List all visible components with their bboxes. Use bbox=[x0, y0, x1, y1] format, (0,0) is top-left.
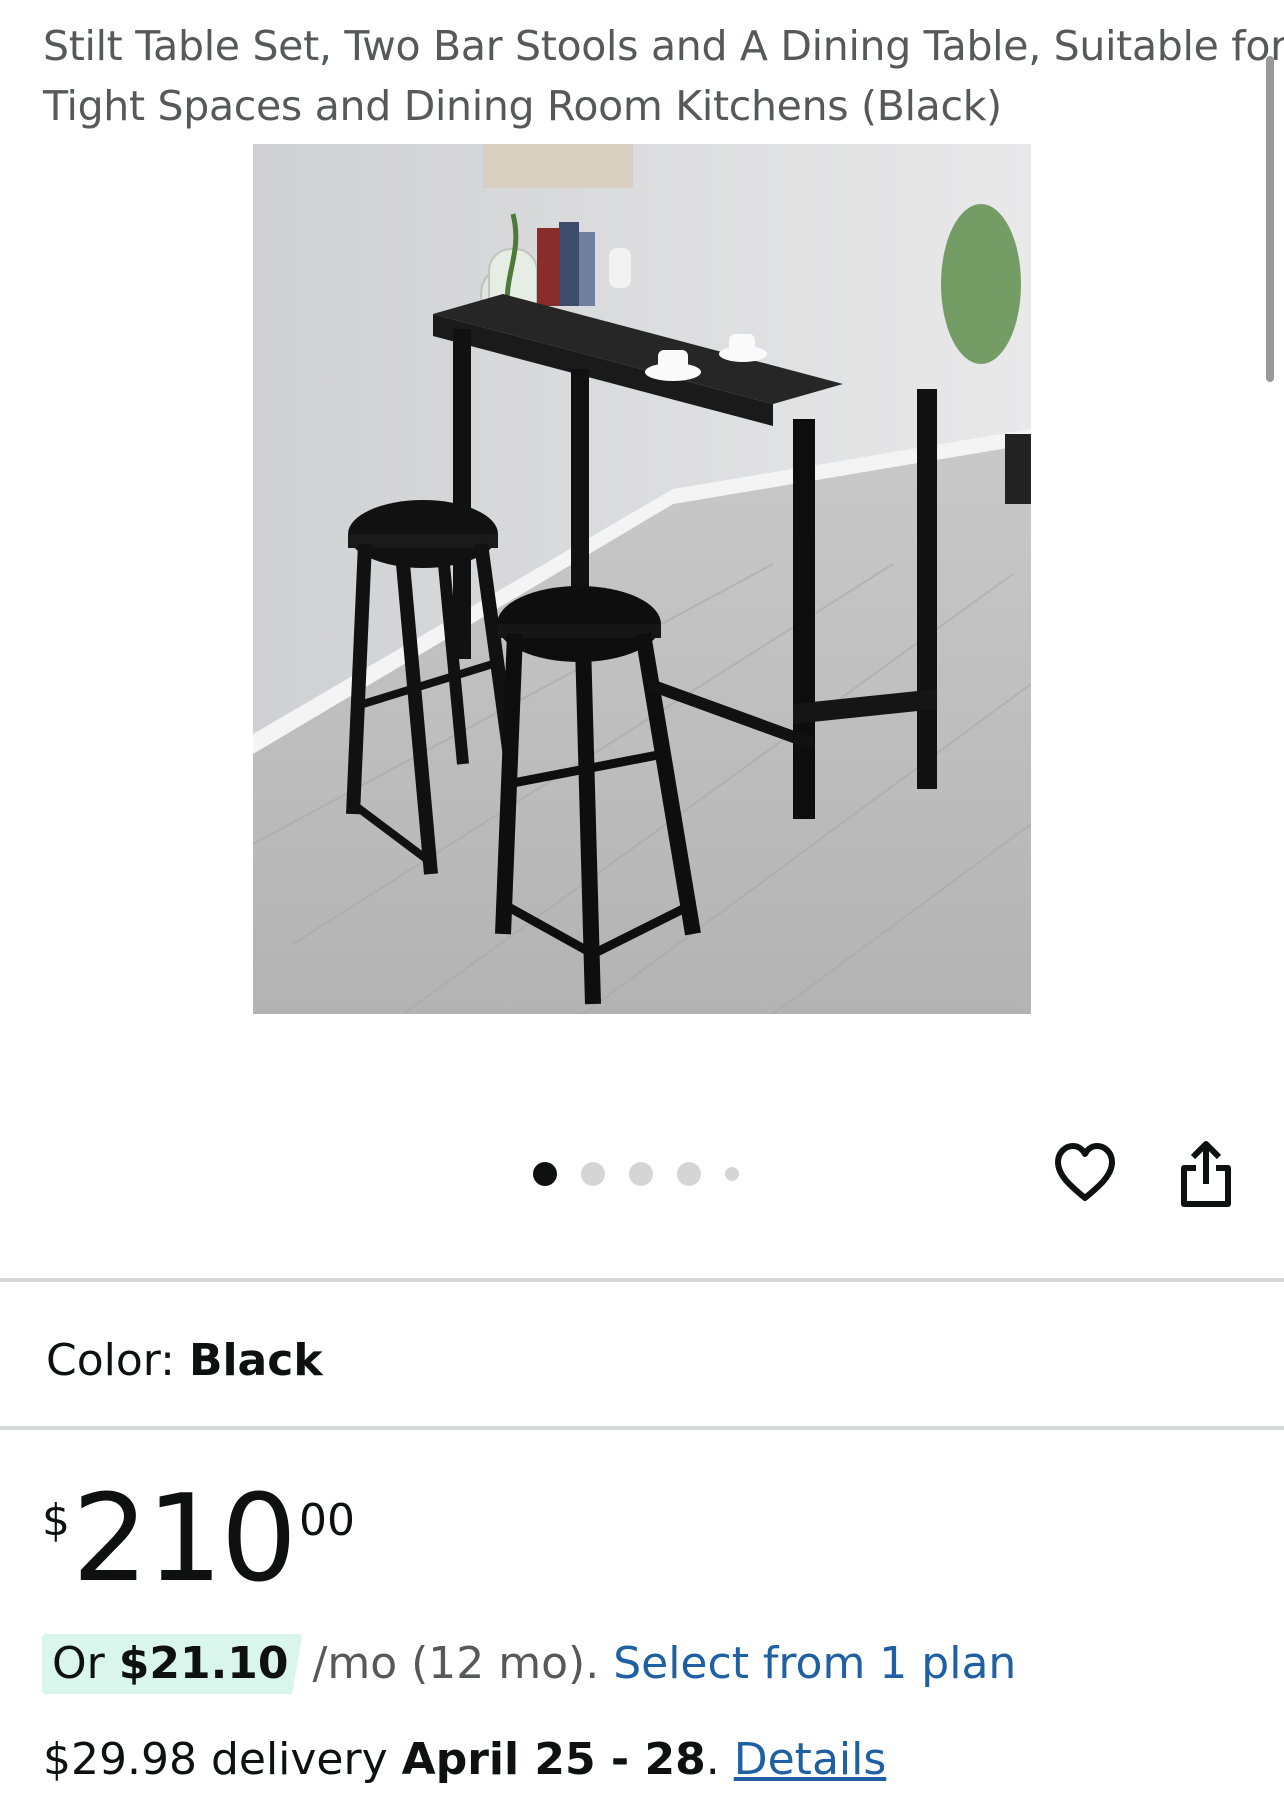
select-plan-link[interactable]: Select from 1 plan bbox=[613, 1634, 1016, 1694]
delivery-info: $29.98 delivery April 25 - 28. Details bbox=[43, 1730, 886, 1790]
price-whole: 210 bbox=[72, 1470, 297, 1609]
product-title: Stilt Table Set, Two Bar Stools and A Di… bbox=[43, 16, 1284, 136]
carousel-dot-1[interactable] bbox=[533, 1162, 557, 1186]
add-to-favorites-button[interactable] bbox=[1052, 1140, 1118, 1206]
delivery-details-link[interactable]: Details bbox=[734, 1734, 887, 1785]
financing-offer: Or $21.10 /mo (12 mo). Select from 1 pla… bbox=[42, 1634, 1016, 1694]
image-carousel-dots[interactable] bbox=[533, 1161, 739, 1187]
color-value: Black bbox=[188, 1335, 323, 1386]
delivery-period: . bbox=[705, 1734, 720, 1785]
section-divider bbox=[0, 1278, 1284, 1282]
financing-term: /mo (12 mo). bbox=[312, 1638, 600, 1689]
bar-table-set-photo bbox=[253, 144, 1031, 1014]
financing-prefix: Or bbox=[52, 1638, 105, 1689]
product-title-line-1: Stilt Table Set, Two Bar Stools and A Di… bbox=[43, 22, 1284, 70]
product-title-line-2: Tight Spaces and Dining Room Kitchens (B… bbox=[43, 82, 1002, 130]
price-fraction: 00 bbox=[299, 1495, 356, 1546]
carousel-dot-4[interactable] bbox=[677, 1162, 701, 1186]
section-divider bbox=[0, 1426, 1284, 1430]
heart-icon bbox=[1055, 1143, 1115, 1201]
share-icon bbox=[1181, 1141, 1231, 1207]
carousel-dot-2[interactable] bbox=[581, 1162, 605, 1186]
color-selector[interactable]: Color: Black bbox=[46, 1328, 323, 1394]
scrollbar[interactable] bbox=[1266, 56, 1274, 382]
delivery-dates: April 25 - 28 bbox=[401, 1734, 706, 1785]
share-button[interactable] bbox=[1178, 1138, 1234, 1208]
product-image[interactable] bbox=[253, 144, 1031, 1014]
financing-monthly-amount: $21.10 bbox=[118, 1638, 289, 1689]
carousel-dot-3[interactable] bbox=[629, 1162, 653, 1186]
price: $ 210 00 bbox=[42, 1480, 355, 1600]
color-label: Color: bbox=[46, 1335, 175, 1386]
financing-highlight: Or $21.10 bbox=[42, 1634, 303, 1694]
delivery-fee: $29.98 delivery bbox=[43, 1734, 388, 1785]
carousel-dot-5[interactable] bbox=[725, 1167, 739, 1181]
price-currency-symbol: $ bbox=[42, 1495, 70, 1546]
